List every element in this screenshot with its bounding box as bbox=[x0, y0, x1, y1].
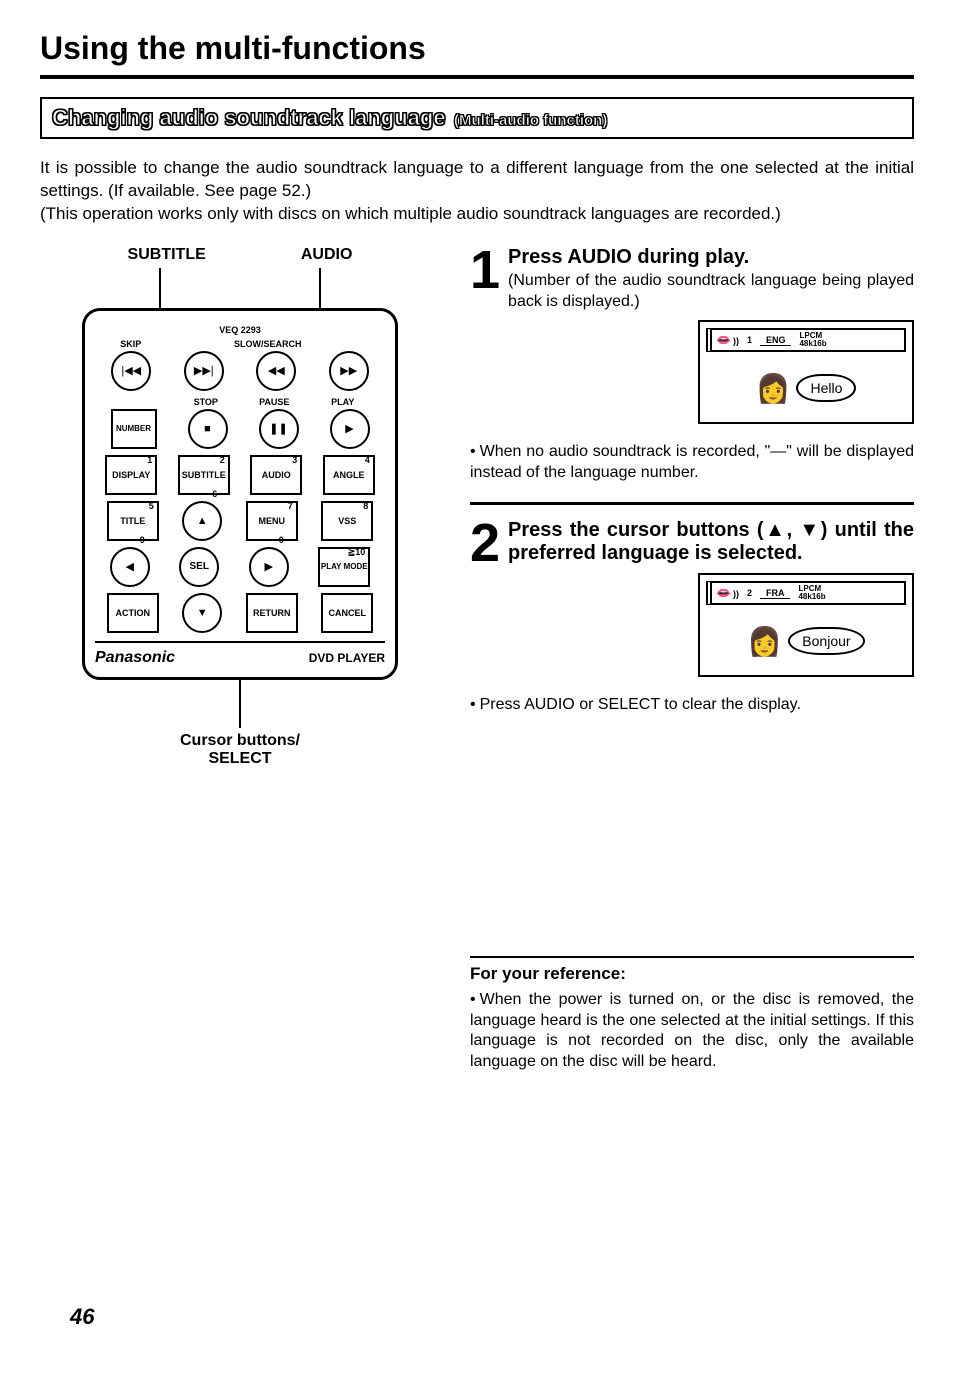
page-number: 46 bbox=[70, 1304, 94, 1330]
audio-icon: )) bbox=[716, 333, 739, 347]
pointer-line bbox=[239, 680, 241, 728]
intro-paragraph: It is possible to change the audio sound… bbox=[40, 157, 914, 226]
pointer-line bbox=[159, 268, 161, 308]
playmode-button: ≧10PLAY MODE bbox=[318, 547, 370, 587]
speech-bubble: Bonjour bbox=[788, 627, 864, 655]
disp-index: 1 bbox=[747, 335, 752, 345]
pointer-line bbox=[319, 268, 321, 308]
remote-control: VEQ 2293 SKIP SLOW/SEARCH |◀◀ ▶▶| ◀◀ ▶▶ … bbox=[82, 308, 398, 680]
section-title: Changing audio soundtrack language bbox=[52, 105, 446, 130]
disp-index: 2 bbox=[747, 588, 752, 598]
remote-diagram-column: SUBTITLE AUDIO VEQ 2293 SKIP SLOW/SEARCH… bbox=[40, 246, 440, 1091]
section-heading-box: Changing audio soundtrack language (Mult… bbox=[40, 97, 914, 139]
play-button: ▶ bbox=[330, 409, 370, 449]
step-number: 1 bbox=[470, 246, 500, 433]
step-1: 1 Press AUDIO during play. (Number of th… bbox=[470, 246, 914, 433]
subtitle-button: 2SUBTITLE bbox=[178, 455, 230, 495]
step-2: 2 Press the cursor buttons (▲, ▼) until … bbox=[470, 519, 914, 685]
step2-note: Press AUDIO or SELECT to clear the displ… bbox=[470, 695, 914, 716]
display-button: 1DISPLAY bbox=[105, 455, 157, 495]
skip-prev-button: |◀◀ bbox=[111, 351, 151, 391]
brand-sub: DVD PLAYER bbox=[309, 651, 385, 665]
disp-lang: ENG bbox=[760, 335, 792, 346]
step2-title: Press the cursor buttons (▲, ▼) until th… bbox=[508, 519, 914, 565]
cursor-left-button: 9◀ bbox=[110, 547, 150, 587]
step-number: 2 bbox=[470, 519, 500, 685]
menu-button: 7MENU bbox=[246, 501, 298, 541]
cursor-right-button: 0▶ bbox=[249, 547, 289, 587]
remote-model: VEQ 2293 bbox=[95, 325, 385, 335]
skip-next-button: ▶▶| bbox=[184, 351, 224, 391]
callout-cursor-select: Cursor buttons/ SELECT bbox=[40, 732, 440, 768]
vss-button: 8VSS bbox=[321, 501, 373, 541]
cursor-down-button: ▼ bbox=[182, 593, 222, 633]
disp-rate: 48k16b bbox=[799, 340, 826, 348]
angle-button: 4ANGLE bbox=[323, 455, 375, 495]
slow-rev-button: ◀◀ bbox=[256, 351, 296, 391]
label-play: PLAY bbox=[319, 397, 367, 407]
step1-text: (Number of the audio soundtrack language… bbox=[508, 271, 914, 313]
step-divider bbox=[470, 502, 914, 505]
title-button: 5TITLE bbox=[107, 501, 159, 541]
select-button: SEL bbox=[179, 547, 219, 587]
return-button: RETURN bbox=[246, 593, 298, 633]
callout-subtitle: SUBTITLE bbox=[128, 246, 206, 264]
person-icon: 👩 bbox=[756, 372, 791, 405]
step1-note: When no audio soundtrack is recorded, "—… bbox=[470, 442, 914, 484]
stop-button: ■ bbox=[188, 409, 228, 449]
disp-lang: FRA bbox=[760, 588, 791, 599]
person-icon: 👩 bbox=[747, 625, 782, 658]
cursor-up-button: 6▲ bbox=[182, 501, 222, 541]
instructions-column: 1 Press AUDIO during play. (Number of th… bbox=[470, 246, 914, 1091]
brand-logo: Panasonic bbox=[95, 649, 175, 667]
display-example-1: )) 1 ENG LPCM 48k16b 👩 Hello bbox=[698, 320, 914, 424]
cancel-button: CANCEL bbox=[321, 593, 373, 633]
disp-rate: 48k16b bbox=[798, 593, 825, 601]
action-button: ACTION bbox=[107, 593, 159, 633]
audio-icon: )) bbox=[716, 586, 739, 600]
section-subtitle: (Multi-audio function) bbox=[454, 112, 607, 129]
reference-heading: For your reference: bbox=[470, 956, 914, 984]
callout-audio: AUDIO bbox=[301, 246, 353, 264]
slow-fwd-button: ▶▶ bbox=[329, 351, 369, 391]
label-pause: PAUSE bbox=[250, 397, 298, 407]
label-stop: STOP bbox=[182, 397, 230, 407]
audio-button: 3AUDIO bbox=[250, 455, 302, 495]
pause-button: ❚❚ bbox=[259, 409, 299, 449]
reference-text: When the power is turned on, or the disc… bbox=[470, 990, 914, 1073]
speech-bubble: Hello bbox=[796, 374, 856, 402]
page-title: Using the multi-functions bbox=[40, 30, 914, 67]
label-slow-search: SLOW/SEARCH bbox=[218, 339, 318, 349]
label-skip: SKIP bbox=[107, 339, 155, 349]
title-rule bbox=[40, 75, 914, 79]
step1-title: Press AUDIO during play. bbox=[508, 246, 914, 269]
number-button: NUMBER bbox=[111, 409, 157, 449]
display-example-2: )) 2 FRA LPCM 48k16b 👩 Bonjour bbox=[698, 573, 914, 677]
